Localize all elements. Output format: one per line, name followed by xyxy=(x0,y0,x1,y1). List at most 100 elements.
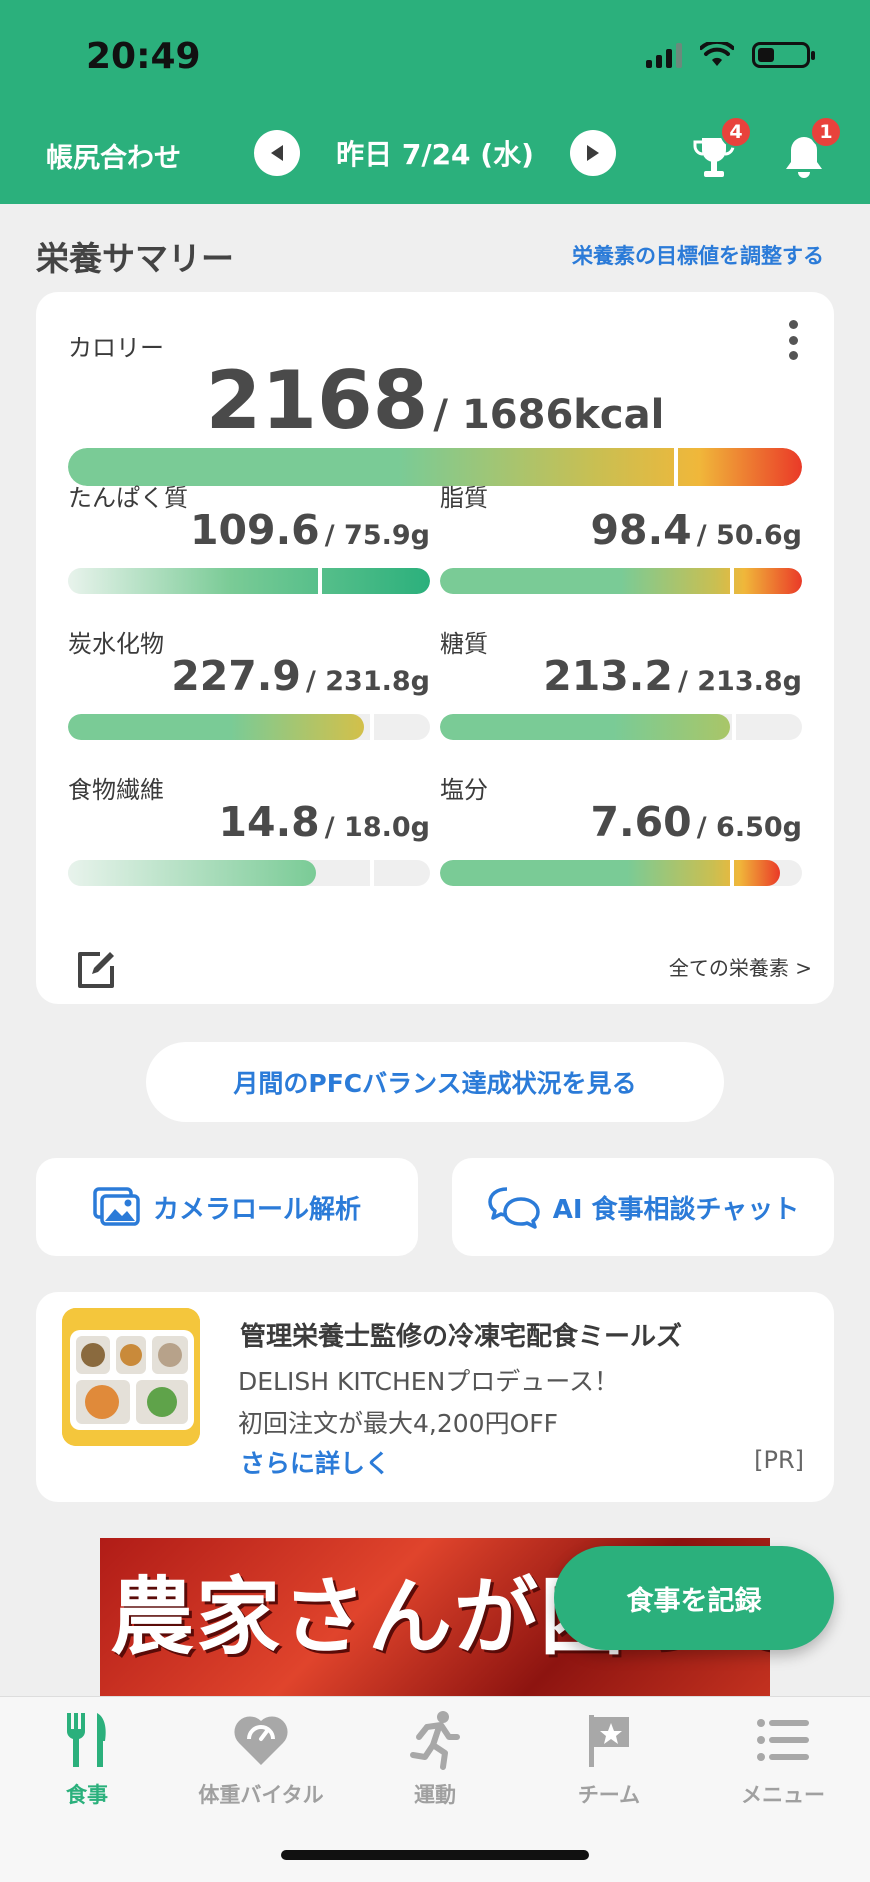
tab-label: 食事 xyxy=(66,1783,108,1807)
prev-day-button[interactable] xyxy=(254,130,300,176)
nutrient-progress-fill xyxy=(440,860,780,886)
ad-title: 管理栄養士監修の冷凍宅配食ミールズ xyxy=(240,1322,683,1352)
ad-description-1: DELISH KITCHENプロデュース！ xyxy=(238,1367,620,1396)
camera-roll-label: カメラロール解析 xyxy=(152,1194,361,1225)
nutrient-readout: 213.2 / 213.8g xyxy=(543,652,802,700)
ad-more-link[interactable]: さらに詳しく xyxy=(240,1444,390,1480)
summary-title: 栄養サマリー xyxy=(36,239,234,278)
nutrient-goal: / 75.9g xyxy=(324,520,430,551)
tab-team[interactable]: チーム xyxy=(522,1709,696,1819)
current-date[interactable]: 昨日 7/24 (水) xyxy=(336,133,534,173)
nutrient-progress-fill xyxy=(68,714,364,740)
nutrient-goal: / 213.8g xyxy=(678,666,802,697)
nutrient-value: 14.8 xyxy=(218,798,320,846)
list-menu-icon xyxy=(757,1719,809,1761)
nutrient-label: たんぱく質 xyxy=(68,484,188,512)
notification-button[interactable]: 1 xyxy=(784,116,842,180)
nutrient-progress-bar xyxy=(440,860,802,886)
goal-marker xyxy=(370,714,374,740)
nutrient-readout: 109.6 / 75.9g xyxy=(190,506,430,554)
calorie-value: 2168 xyxy=(205,354,429,447)
nutrient-label: 塩分 xyxy=(440,776,488,804)
next-day-button[interactable] xyxy=(569,130,616,176)
ad-pr-label: [PR] xyxy=(754,1446,804,1474)
nutrient-progress-fill xyxy=(68,568,430,594)
ad-description-2: 初回注文が最大4,200円OFF xyxy=(238,1409,559,1438)
nutrient-value: 7.60 xyxy=(590,798,692,846)
calorie-readout: 2168 / 1686kcal xyxy=(36,354,834,447)
photo-gallery-icon xyxy=(93,1187,140,1226)
record-meal-button[interactable]: 食事を記録 xyxy=(554,1546,834,1650)
battery-icon xyxy=(752,42,815,68)
nutrient-readout: 14.8 / 18.0g xyxy=(219,798,430,846)
meal-box-thumbnail xyxy=(62,1308,200,1446)
edit-icon[interactable] xyxy=(74,948,118,992)
goal-marker xyxy=(730,568,734,594)
nutrient-progress-bar xyxy=(68,860,430,886)
nutrient-fiber: 食物繊維 14.8 / 18.0g xyxy=(68,770,430,910)
nutrient-value: 213.2 xyxy=(543,652,673,700)
home-indicator[interactable] xyxy=(281,1850,589,1860)
ai-chat-label: AI 食事相談チャット xyxy=(552,1194,800,1225)
meal-tray-image xyxy=(62,1308,200,1446)
all-nutrients-link[interactable]: 全ての栄養素 > xyxy=(669,952,812,981)
nutrient-label: 脂質 xyxy=(440,484,488,512)
trophy-badge: 4 xyxy=(720,116,752,148)
nutrient-label: 食物繊維 xyxy=(68,776,164,804)
triangle-left-icon xyxy=(271,145,283,161)
heart-scale-icon xyxy=(234,1716,288,1765)
flag-star-icon xyxy=(589,1715,629,1767)
nutrient-goal: / 18.0g xyxy=(324,812,430,843)
nutrient-progress-fill xyxy=(68,860,316,886)
nutrient-progress-fill xyxy=(440,568,802,594)
nutrient-value: 109.6 xyxy=(190,506,320,554)
adjust-targets-link[interactable]: 栄養素の目標値を調整する xyxy=(572,240,824,270)
nutrient-goal: / 231.8g xyxy=(306,666,430,697)
nutrient-value: 227.9 xyxy=(171,652,301,700)
pfc-balance-button[interactable]: 月間のPFCバランス達成状況を見る xyxy=(146,1042,724,1122)
triangle-right-icon xyxy=(586,145,599,161)
goal-marker xyxy=(732,714,736,740)
nutrient-label: 炭水化物 xyxy=(68,630,164,658)
nutrient-goal: / 50.6g xyxy=(696,520,802,551)
nutrient-sugar: 糖質 213.2 / 213.8g xyxy=(440,624,802,764)
goal-marker xyxy=(370,860,374,886)
ad-card[interactable]: 管理栄養士監修の冷凍宅配食ミールズ DELISH KITCHENプロデュース！ … xyxy=(36,1292,834,1502)
nutrient-progress-bar xyxy=(440,568,802,594)
nutrient-readout: 227.9 / 231.8g xyxy=(171,652,430,700)
camera-roll-button[interactable]: カメラロール解析 xyxy=(36,1158,418,1256)
goal-marker xyxy=(730,860,734,886)
goal-marker xyxy=(318,568,322,594)
nutrient-readout: 98.4 / 50.6g xyxy=(591,506,802,554)
status-icons xyxy=(646,42,815,68)
nutrient-label: 糖質 xyxy=(440,630,488,658)
nutrition-summary-card: カロリー 2168 / 1686kcal たんぱく質 109.6 / 75.9g… xyxy=(36,292,834,1004)
ai-chat-button[interactable]: AI 食事相談チャット xyxy=(452,1158,834,1256)
tab-exercise[interactable]: 運動 xyxy=(348,1709,522,1819)
wifi-icon xyxy=(700,42,734,66)
nutrient-progress-bar xyxy=(68,568,430,594)
status-time: 20:49 xyxy=(86,36,201,77)
nutrient-fat: 脂質 98.4 / 50.6g xyxy=(440,478,802,618)
tab-weight-vital[interactable]: 体重バイタル xyxy=(174,1709,348,1819)
nutrient-readout: 7.60 / 6.50g xyxy=(591,798,802,846)
tab-menu[interactable]: メニュー xyxy=(696,1709,870,1819)
tab-label: チーム xyxy=(577,1783,641,1807)
nutrient-progress-fill xyxy=(440,714,730,740)
nutrient-progress-bar xyxy=(68,714,430,740)
nutrient-goal: / 6.50g xyxy=(696,812,802,843)
balance-adjust-label[interactable]: 帳尻合わせ xyxy=(46,136,181,175)
nutrient-progress-bar xyxy=(440,714,802,740)
runner-icon xyxy=(410,1711,460,1770)
signal-icon xyxy=(646,42,682,68)
nutrient-protein: たんぱく質 109.6 / 75.9g xyxy=(68,478,430,618)
tab-label: 体重バイタル xyxy=(198,1783,324,1807)
trophy-button[interactable]: 4 xyxy=(692,116,752,180)
chat-bubbles-icon xyxy=(487,1187,540,1229)
tab-meal[interactable]: 食事 xyxy=(0,1709,174,1819)
fork-knife-icon xyxy=(66,1713,106,1767)
tab-label: 運動 xyxy=(414,1783,456,1807)
tab-label: メニュー xyxy=(741,1783,825,1807)
date-navigator: 昨日 7/24 (水) xyxy=(254,130,616,176)
nutrient-value: 98.4 xyxy=(590,506,692,554)
